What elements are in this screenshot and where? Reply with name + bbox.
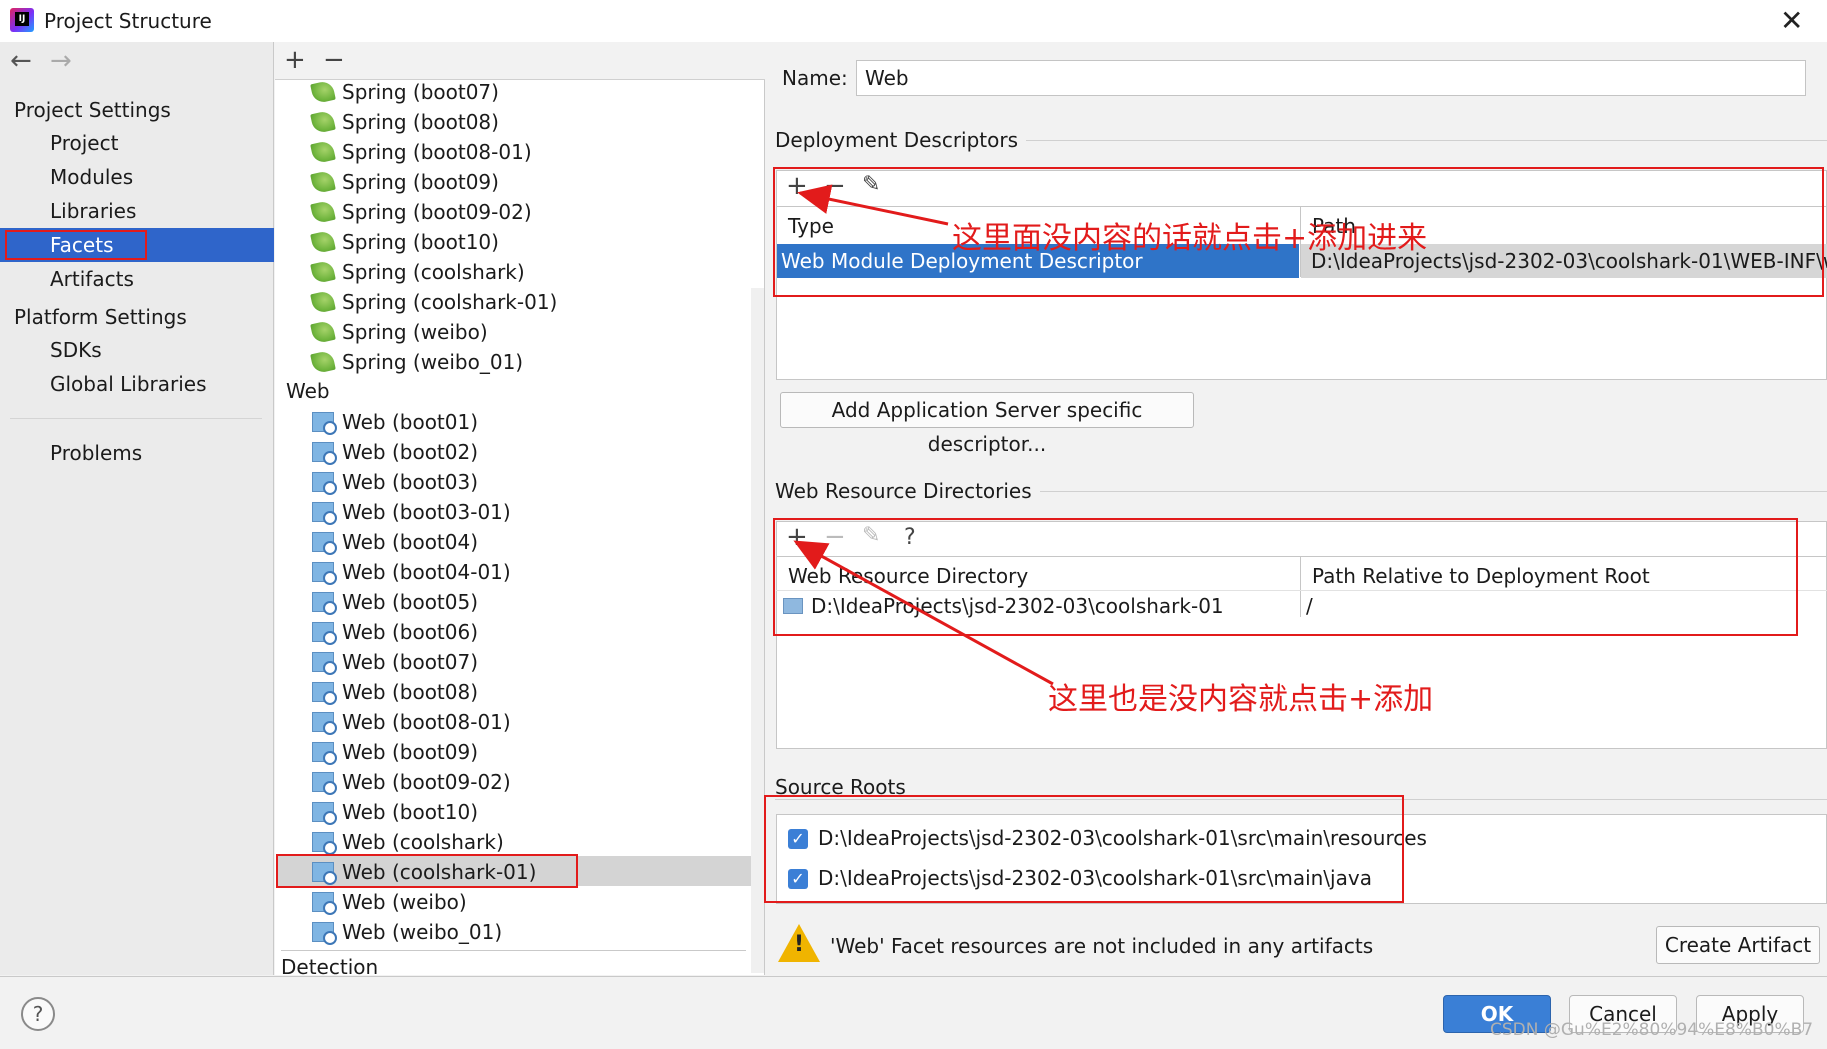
resource-arrow (793, 540, 1054, 686)
deploy-annotation-text: 这里面没内容的话就点击+添加进来 (952, 221, 1428, 256)
resource-annotation-text: 这里也是没内容就点击+添加 (1048, 682, 1434, 717)
deploy-arrow (797, 184, 949, 226)
annotation-arrows (793, 184, 1054, 686)
